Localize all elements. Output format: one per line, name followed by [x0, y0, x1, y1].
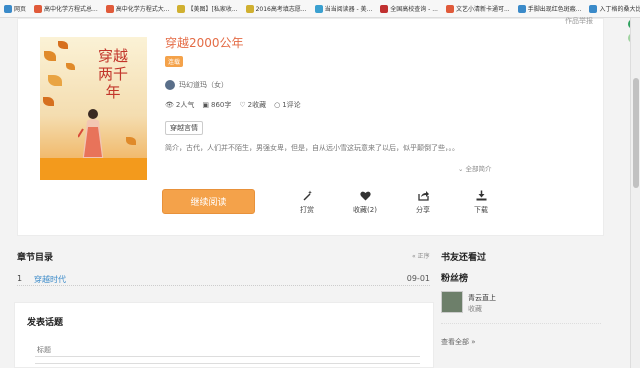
heart-outline-icon: ♡: [239, 101, 246, 109]
bookmark-item[interactable]: 高中化学方程式总...: [30, 0, 102, 17]
book-intro: 简介，古代，人们并不陌生，男强女卑，但是，自从远小雪这玩意来了以后，似乎颠倒了些…: [165, 144, 459, 152]
chapter-number: 1: [17, 274, 23, 283]
document-icon: ▣: [202, 101, 209, 109]
fan-name[interactable]: 青云直上: [468, 293, 496, 303]
collect-button[interactable]: 收藏(2): [336, 190, 394, 215]
fan-role: 收藏: [468, 305, 482, 313]
share-label: 分享: [416, 206, 430, 214]
bookmark-favicon-icon: [380, 4, 389, 13]
comment-heading: 发表话题: [27, 318, 64, 328]
author-line[interactable]: 玛幻道玛（女）: [165, 80, 228, 90]
more-intro-label: 全部简介: [465, 165, 492, 173]
cover-title: 穿越两千年: [98, 47, 129, 101]
genre-tag[interactable]: 穿越言情: [165, 121, 203, 135]
chapter-row[interactable]: 1 穿越时代 09-01: [17, 270, 430, 286]
word-count: 860字: [210, 101, 232, 109]
status-badge: 连载: [165, 56, 184, 67]
magic-wand-icon: [302, 190, 313, 201]
eye-icon: 👁: [165, 101, 174, 109]
comment-panel: 发表话题: [14, 302, 434, 368]
share-icon: [417, 190, 429, 201]
bookmark-item[interactable]: 文艺小清新卡通可...: [442, 0, 514, 17]
bookmark-favicon-icon: [177, 4, 186, 13]
author-avatar[interactable]: [165, 80, 175, 90]
fan-avatar[interactable]: [441, 291, 463, 313]
bookmark-label: 入丁格的桑大比...: [599, 6, 640, 13]
bookmark-label: 2016高考填志愿...: [255, 6, 307, 13]
bookmark-label: 文艺小清新卡通可...: [455, 6, 510, 13]
continue-reading-button[interactable]: 继续阅读: [162, 189, 255, 214]
report-link[interactable]: 作品举报: [565, 16, 593, 26]
chapter-date: 09-01: [406, 274, 430, 283]
share-button[interactable]: 分享: [394, 190, 452, 215]
tip-label: 打赏: [300, 206, 314, 214]
book-stats: 👁 2人气 ▣ 860字 ♡ 2收藏 ○ 1评论: [165, 100, 301, 110]
see-all-link[interactable]: 查看全部 »: [441, 337, 476, 347]
book-actions: 打赏 收藏(2) 分享 下载: [278, 190, 510, 215]
book-cover[interactable]: 穿越两千年: [40, 37, 147, 180]
bookmark-favicon-icon: [445, 4, 454, 13]
heart-icon: [359, 190, 371, 201]
bookmark-label: 高中化学方程式大...: [115, 6, 170, 13]
also-read-heading: 书友还看过: [441, 253, 487, 263]
bookmark-label: 网页: [14, 6, 27, 13]
bookmark-favicon-icon: [245, 4, 254, 13]
tip-button[interactable]: 打赏: [278, 190, 336, 215]
bookmark-item[interactable]: 高中化学方程式大...: [102, 0, 174, 17]
bookmark-item[interactable]: 手脚出现红色斑瘢...: [514, 0, 586, 17]
collect-label: 收藏(2): [353, 206, 377, 214]
chapter-link[interactable]: 穿越时代: [34, 274, 66, 285]
bookmark-item[interactable]: 网页: [0, 0, 30, 17]
favorites-count: 2收藏: [247, 101, 267, 109]
popularity-count: 2人气: [175, 101, 195, 109]
bookmark-item[interactable]: 当当阅读器 - 美...: [311, 0, 377, 17]
bookmark-item[interactable]: 2016高考填志愿...: [242, 0, 311, 17]
sort-order-toggle[interactable]: « 正序: [412, 251, 430, 260]
download-button[interactable]: 下载: [452, 190, 510, 215]
bookmark-favicon-icon: [105, 4, 114, 13]
bookmark-favicon-icon: [314, 4, 323, 13]
fans-heading: 粉丝榜: [441, 274, 469, 284]
comments-count: 1评论: [282, 101, 301, 109]
bookmark-label: 全国高校查询 - ...: [390, 6, 438, 13]
page-scrollbar[interactable]: [630, 18, 640, 368]
bookmark-favicon-icon: [34, 4, 43, 13]
chevron-down-icon: ⌄: [458, 165, 464, 173]
bookmarks-bar: 网页 高中化学方程式总... 高中化学方程式大... 【美图】[私家收... 2016高…: [0, 0, 640, 18]
download-label: 下载: [474, 206, 488, 214]
book-info-card: 作品举报 穿越两千年 穿越2000公年 连载 玛幻道玛（女） 👁 2人气 ▣ 860…: [17, 16, 604, 236]
bookmark-label: 【美图】[私家收...: [187, 6, 238, 13]
bookmark-label: 当当阅读器 - 美...: [324, 6, 373, 13]
bookmark-favicon-icon: [4, 4, 12, 13]
bookmark-item[interactable]: 全国高校查询 - ...: [376, 0, 442, 17]
more-intro-link[interactable]: ⌄ 全部简介: [458, 163, 492, 173]
bookmark-item[interactable]: 【美图】[私家收...: [173, 0, 241, 17]
bookmark-label: 手脚出现红色斑瘢...: [527, 6, 582, 13]
fan-item[interactable]: 青云直上 收藏: [441, 291, 496, 313]
author-name[interactable]: 玛幻道玛（女）: [179, 80, 228, 90]
download-icon: [476, 190, 487, 201]
comment-title-input[interactable]: [35, 343, 420, 357]
book-title: 穿越2000公年: [165, 36, 244, 50]
bookmark-label: 高中化学方程式总...: [44, 6, 98, 13]
bookmark-favicon-icon: [517, 4, 526, 13]
bookmark-item[interactable]: 入丁格的桑大比...: [585, 0, 640, 17]
scrollbar-thumb[interactable]: [633, 78, 639, 188]
comment-body-input[interactable]: [35, 363, 420, 368]
bookmark-favicon-icon: [589, 4, 598, 13]
chapter-list-heading: 章节目录: [17, 253, 54, 263]
comment-icon: ○: [274, 101, 281, 109]
